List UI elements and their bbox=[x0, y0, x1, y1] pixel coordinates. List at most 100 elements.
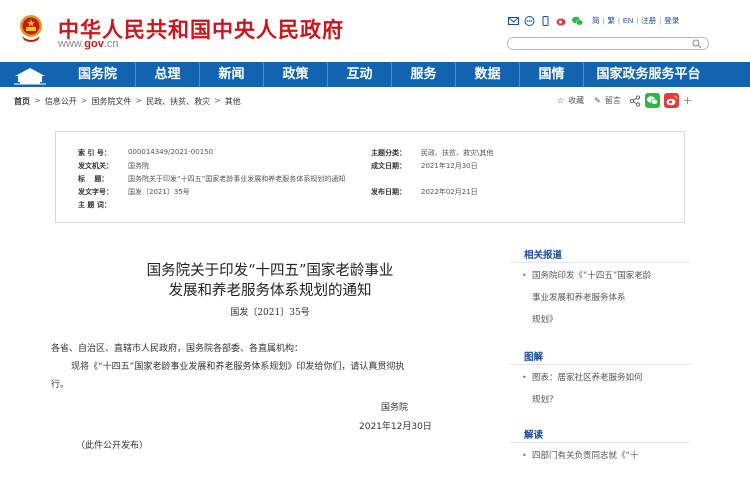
separator: | bbox=[602, 16, 605, 25]
sidebar-related-title[interactable]: 相关报道 bbox=[524, 247, 562, 261]
chat-icon[interactable] bbox=[524, 15, 535, 26]
article-doc-number: 国发〔2021〕35号 bbox=[230, 308, 310, 318]
wechat-icon bbox=[646, 96, 658, 105]
sidebar-divider bbox=[510, 262, 690, 263]
nav-item-gov-service-platform[interactable]: 国家政务服务平台 bbox=[583, 62, 713, 87]
meta-category-value: 民政、扶贫、救灾\其他 bbox=[421, 149, 494, 157]
meta-index-value: 000014349/2021-00150 bbox=[128, 148, 214, 156]
article-title-line2: 发展和养老服务体系规划的通知 bbox=[168, 283, 372, 299]
site-domain[interactable]: www.gov.cn bbox=[58, 38, 119, 50]
separator: | bbox=[636, 16, 639, 25]
breadcrumb-separator: > bbox=[80, 96, 88, 105]
article-signer: 国务院 bbox=[381, 403, 409, 413]
breadcrumb-civil-affairs[interactable]: 民政、扶贫、救灾 bbox=[146, 96, 210, 107]
wechat-share-button[interactable] bbox=[644, 93, 660, 108]
link-simplified[interactable]: 简 bbox=[592, 15, 600, 26]
domain-main: gov bbox=[84, 38, 104, 50]
link-english[interactable]: EN bbox=[623, 16, 633, 25]
sidebar-divider bbox=[510, 442, 690, 443]
site-header: 中华人民共和国中央人民政府 www.gov.cn 简 | 繁 | EN | 注册… bbox=[0, 0, 750, 62]
nav-item-service[interactable]: 服务 bbox=[391, 62, 455, 87]
article-body-line1: 现将《“十四五”国家老龄事业发展和养老服务体系规划》印发给你们，请认真贯彻执 bbox=[71, 362, 405, 372]
sidebar-related-line3: 规划》 bbox=[532, 315, 558, 325]
domain-suffix: .cn bbox=[103, 38, 119, 50]
weibo-icon[interactable] bbox=[556, 16, 567, 26]
document-metadata: 索 引 号： 000014349/2021-00150 发文机关： 国务院 标 … bbox=[55, 131, 685, 223]
nav-item-news[interactable]: 新闻 bbox=[199, 62, 263, 87]
star-icon[interactable]: ☆ bbox=[557, 96, 564, 105]
nav-item-state-council[interactable]: 国务院 bbox=[60, 62, 135, 87]
meta-index-row: 索 引 号： 000014349/2021-00150 bbox=[78, 148, 213, 158]
pencil-icon[interactable]: ✎ bbox=[594, 96, 601, 105]
sidebar-illustration-line1: 图表：居家社区养老服务如何 bbox=[532, 373, 643, 383]
weibo-share-button[interactable] bbox=[663, 93, 679, 108]
meta-issuer-label: 发文机关： bbox=[78, 162, 113, 170]
sidebar-interpretation-title[interactable]: 解读 bbox=[524, 427, 543, 441]
sidebar-illustration-title[interactable]: 图解 bbox=[524, 349, 543, 363]
share-icon[interactable] bbox=[629, 94, 641, 107]
mobile-icon[interactable] bbox=[540, 15, 551, 26]
breadcrumb-info-disclosure[interactable]: 信息公开 bbox=[45, 96, 77, 107]
meta-issuer-row: 发文机关： 国务院 bbox=[78, 161, 149, 171]
article-body-line2: 行。 bbox=[51, 380, 70, 390]
search-input[interactable] bbox=[507, 37, 709, 50]
sidebar-related-line2: 事业发展和养老服务体系 bbox=[532, 293, 626, 303]
building-icon bbox=[14, 68, 46, 85]
meta-date-value: 2021年12月30日 bbox=[421, 162, 478, 170]
bullet: • bbox=[522, 271, 527, 280]
wechat-icon[interactable] bbox=[572, 16, 583, 26]
comment-link[interactable]: 留言 bbox=[605, 95, 621, 106]
sidebar-related-item[interactable]: • 国务院印发《“十四五”国家老龄 事业发展和养老服务体系 规划》 bbox=[522, 265, 684, 331]
meta-category-row: 主题分类： 民政、扶贫、救灾\其他 bbox=[371, 148, 493, 158]
weibo-icon bbox=[666, 95, 678, 106]
national-emblem-icon[interactable] bbox=[18, 14, 44, 44]
article-content: 国务院关于印发“十四五”国家老龄事业 发展和养老服务体系规划的通知 国发〔202… bbox=[0, 225, 505, 490]
breadcrumb: 首页 > 信息公开 > 国务院文件 > 民政、扶贫、救灾 > 其他 bbox=[14, 96, 241, 107]
bullet: • bbox=[522, 373, 527, 382]
share-tools: ☆ 收藏 ✎ 留言 + bbox=[557, 93, 692, 108]
meta-date-row: 成文日期： 2021年12月30日 bbox=[371, 161, 478, 171]
meta-date-label: 成文日期： bbox=[371, 162, 406, 170]
sidebar-related-line1: 国务院印发《“十四五”国家老龄 bbox=[532, 271, 652, 281]
meta-issuer-value: 国务院 bbox=[128, 162, 149, 170]
sidebar-illustration-item[interactable]: • 图表：居家社区养老服务如何 规划？ bbox=[522, 367, 684, 411]
favorite-link[interactable]: 收藏 bbox=[568, 95, 584, 106]
nav-item-policy[interactable]: 政策 bbox=[263, 62, 327, 87]
meta-keywords-label: 主 题 词： bbox=[78, 201, 111, 209]
breadcrumb-separator: > bbox=[34, 96, 41, 105]
nav-item-interaction[interactable]: 互动 bbox=[327, 62, 391, 87]
meta-docno-row: 发文字号： 国发〔2021〕35号 bbox=[78, 187, 190, 197]
meta-docno-value: 国发〔2021〕35号 bbox=[128, 188, 190, 196]
nav-item-data[interactable]: 数据 bbox=[455, 62, 519, 87]
domain-prefix: www. bbox=[58, 38, 85, 50]
meta-keywords-row: 主 题 词： bbox=[78, 200, 128, 210]
nav-home-logo[interactable] bbox=[0, 62, 60, 87]
meta-publish-label: 发布日期： bbox=[371, 188, 406, 196]
main-nav: 国务院 总理 新闻 政策 互动 服务 数据 国情 国家政务服务平台 bbox=[0, 62, 750, 87]
article-addressee: 各省、自治区、直辖市人民政府，国务院各部委、各直属机构： bbox=[51, 344, 304, 354]
link-register[interactable]: 注册 bbox=[641, 15, 656, 26]
search-icon[interactable] bbox=[692, 39, 702, 49]
sidebar-interpretation-item[interactable]: • 四部门有关负责同志就《“十 bbox=[522, 445, 684, 467]
nav-item-national-conditions[interactable]: 国情 bbox=[519, 62, 583, 87]
meta-category-label: 主题分类： bbox=[371, 149, 406, 157]
header-tools: 简 | 繁 | EN | 注册 | 登录 bbox=[508, 15, 679, 26]
link-traditional[interactable]: 繁 bbox=[607, 15, 615, 26]
sidebar-interpretation-line1: 四部门有关负责同志就《“十 bbox=[532, 451, 639, 461]
nav-item-premier[interactable]: 总理 bbox=[135, 62, 199, 87]
bullet: • bbox=[522, 451, 527, 460]
article-sign-date: 2021年12月30日 bbox=[359, 422, 432, 432]
header-links: 简 | 繁 | EN | 注册 | 登录 bbox=[592, 15, 679, 26]
link-login[interactable]: 登录 bbox=[664, 15, 679, 26]
mail-icon[interactable] bbox=[508, 16, 519, 26]
article-title-line1: 国务院关于印发“十四五”国家老龄事业 bbox=[146, 263, 394, 279]
separator: | bbox=[617, 16, 620, 25]
breadcrumb-home[interactable]: 首页 bbox=[14, 96, 30, 107]
meta-index-label: 索 引 号： bbox=[78, 149, 111, 157]
more-share-button[interactable]: + bbox=[683, 94, 692, 107]
breadcrumb-state-council-docs[interactable]: 国务院文件 bbox=[91, 96, 131, 107]
meta-publish-value: 2022年02月21日 bbox=[421, 188, 478, 196]
breadcrumb-bar: 首页 > 信息公开 > 国务院文件 > 民政、扶贫、救灾 > 其他 ☆ 收藏 ✎… bbox=[0, 90, 750, 112]
breadcrumb-other[interactable]: 其他 bbox=[225, 96, 241, 107]
article-title: 国务院关于印发“十四五”国家老龄事业 发展和养老服务体系规划的通知 bbox=[105, 261, 435, 301]
